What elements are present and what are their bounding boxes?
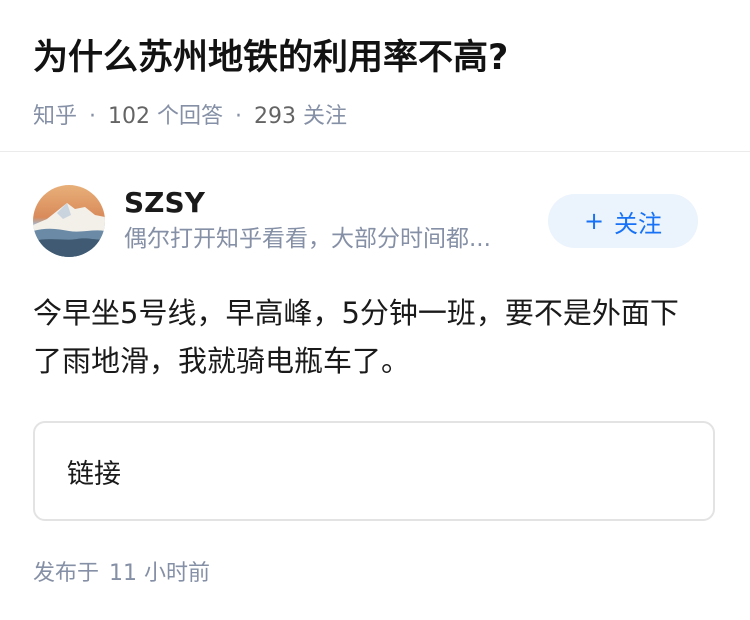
divider [0,151,750,152]
avatar[interactable] [33,185,105,257]
followers-label: 关注 [303,104,348,129]
answers-count: 102 [108,104,151,129]
published-time: 11 小时前 [109,561,211,586]
link-card[interactable]: 链接 [33,421,715,521]
avatar-mountain-image [33,185,105,257]
answer-card: SZSY 偶尔打开知乎看看，大部分时间都... + 关注 今早坐5号线，早高峰，… [33,185,717,589]
separator-dot: · [89,104,97,129]
author-bio: 偶尔打开知乎看看，大部分时间都... [124,226,491,252]
author-row: SZSY 偶尔打开知乎看看，大部分时间都... + 关注 [33,185,717,259]
answers-label: 个回答 [157,104,224,129]
question-title[interactable]: 为什么苏州地铁的利用率不高? [33,34,726,82]
publish-info: 发布于 11 小时前 [33,559,717,589]
question-header: 为什么苏州地铁的利用率不高? 知乎 · 102 个回答 · 293 关注 [33,34,726,132]
link-label: 链接 [67,458,121,490]
source-label[interactable]: 知乎 [33,104,77,129]
answer-content: 今早坐5号线，早高峰，5分钟一班，要不是外面下了雨地滑，我就骑电瓶车了。 [33,296,679,378]
separator-dot: · [235,104,243,129]
published-label: 发布于 [33,561,100,586]
question-meta: 知乎 · 102 个回答 · 293 关注 [33,102,726,132]
author-name[interactable]: SZSY [124,185,534,221]
author-info: SZSY 偶尔打开知乎看看，大部分时间都... [124,185,534,255]
followers-count: 293 [254,104,297,129]
follow-button[interactable]: + 关注 [548,194,698,248]
follow-label: 关注 [614,209,663,238]
plus-icon: + [583,207,605,235]
